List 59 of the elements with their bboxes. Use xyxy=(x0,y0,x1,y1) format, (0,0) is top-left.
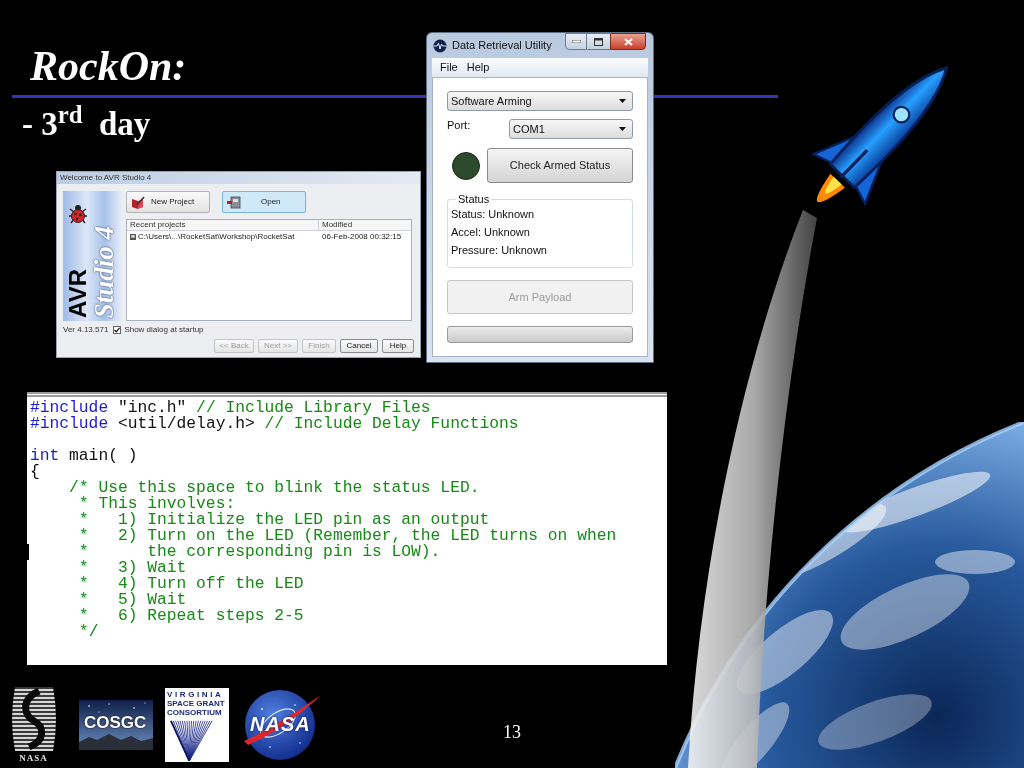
status-text: Status: Unknown xyxy=(451,208,535,221)
version-label: Ver 4.13.571 xyxy=(63,325,109,335)
dropdown[interactable]: Software Arming xyxy=(447,91,633,111)
status-text: Pressure: Unknown xyxy=(451,244,547,257)
column-header: Recent projects xyxy=(127,220,319,230)
minimize-icon xyxy=(571,40,581,43)
close-icon xyxy=(623,37,633,46)
checkmark-icon xyxy=(114,327,121,333)
page-number: 13 xyxy=(503,722,521,742)
code-line: /* Use this space to blink the status LED. xyxy=(69,480,480,496)
action-button[interactable]: New Project xyxy=(126,191,210,213)
project-path[interactable]: C:\Users\...\RocketSat\Workshop\RocketSat xyxy=(138,231,295,242)
column-header: Modified xyxy=(321,220,354,230)
drive-icon xyxy=(227,195,241,209)
minimize-button[interactable] xyxy=(565,33,587,50)
check-status-button[interactable]: Check Armed Status xyxy=(487,148,633,183)
code-line: * 4) Turn off the LED xyxy=(78,576,304,592)
logo-wordmark: COSGC xyxy=(84,714,147,732)
code-line: int main( ) xyxy=(30,448,138,464)
field-label: Port: xyxy=(447,119,471,132)
logo-text: CONSORTIUM xyxy=(167,708,222,717)
modified-date: 06-Feb-2008 00:32:15 xyxy=(321,231,403,242)
code-line: #include <util/delay.h> // Include Delay Functions xyxy=(30,416,519,432)
ladybug-icon xyxy=(67,203,89,225)
book-pen-icon xyxy=(131,195,145,209)
logo-text: Studio 4 xyxy=(91,225,118,318)
code-line: */ xyxy=(78,624,99,640)
slide-title: RockOn: xyxy=(30,46,187,86)
status-text: Accel: Unknown xyxy=(451,226,530,239)
action-button[interactable]: Open xyxy=(222,191,306,213)
dropdown[interactable]: COM1 xyxy=(509,119,633,139)
logo-text: VIRGINIA xyxy=(167,690,224,699)
dialog-button[interactable]: Help xyxy=(382,339,414,353)
window-title: Welcome to AVR Studio 4 xyxy=(60,173,152,183)
dialog-button[interactable]: Cancel xyxy=(340,339,378,353)
code-line: * 3) Wait xyxy=(78,560,187,576)
code-line: * 1) Initialize the LED pin as an output xyxy=(78,512,490,528)
group-legend: Status xyxy=(456,193,492,206)
close-button[interactable] xyxy=(610,33,646,50)
project-icon xyxy=(130,233,136,240)
code-line: * the corresponding pin is LOW). xyxy=(78,544,441,560)
code-line: * 6) Repeat steps 2-5 xyxy=(78,608,304,624)
code-line: { xyxy=(30,464,40,480)
menu-item[interactable]: Help xyxy=(466,61,490,74)
caret-down-icon xyxy=(619,127,626,131)
maximize-icon xyxy=(594,37,603,46)
logo-text: SPACE GRANT xyxy=(167,699,225,708)
code-line: * 2) Turn on the LED (Remember, the LED turns on when xyxy=(78,528,617,544)
maximize-button[interactable] xyxy=(587,33,610,50)
code-line: * This involves: xyxy=(78,496,236,512)
code-line: * 5) Wait xyxy=(78,592,187,608)
menu-item[interactable]: File xyxy=(440,61,458,74)
globe-icon xyxy=(433,39,447,53)
logo-caption: NASA xyxy=(19,753,48,764)
checkbox-label: Show dialog at startup xyxy=(124,325,204,335)
checkbox[interactable] xyxy=(113,326,122,334)
code-line: #include "inc.h" // Include Library Files xyxy=(30,400,431,416)
logo-text: AVR xyxy=(66,269,90,318)
window-title: Data Retrieval Utility xyxy=(452,39,552,52)
